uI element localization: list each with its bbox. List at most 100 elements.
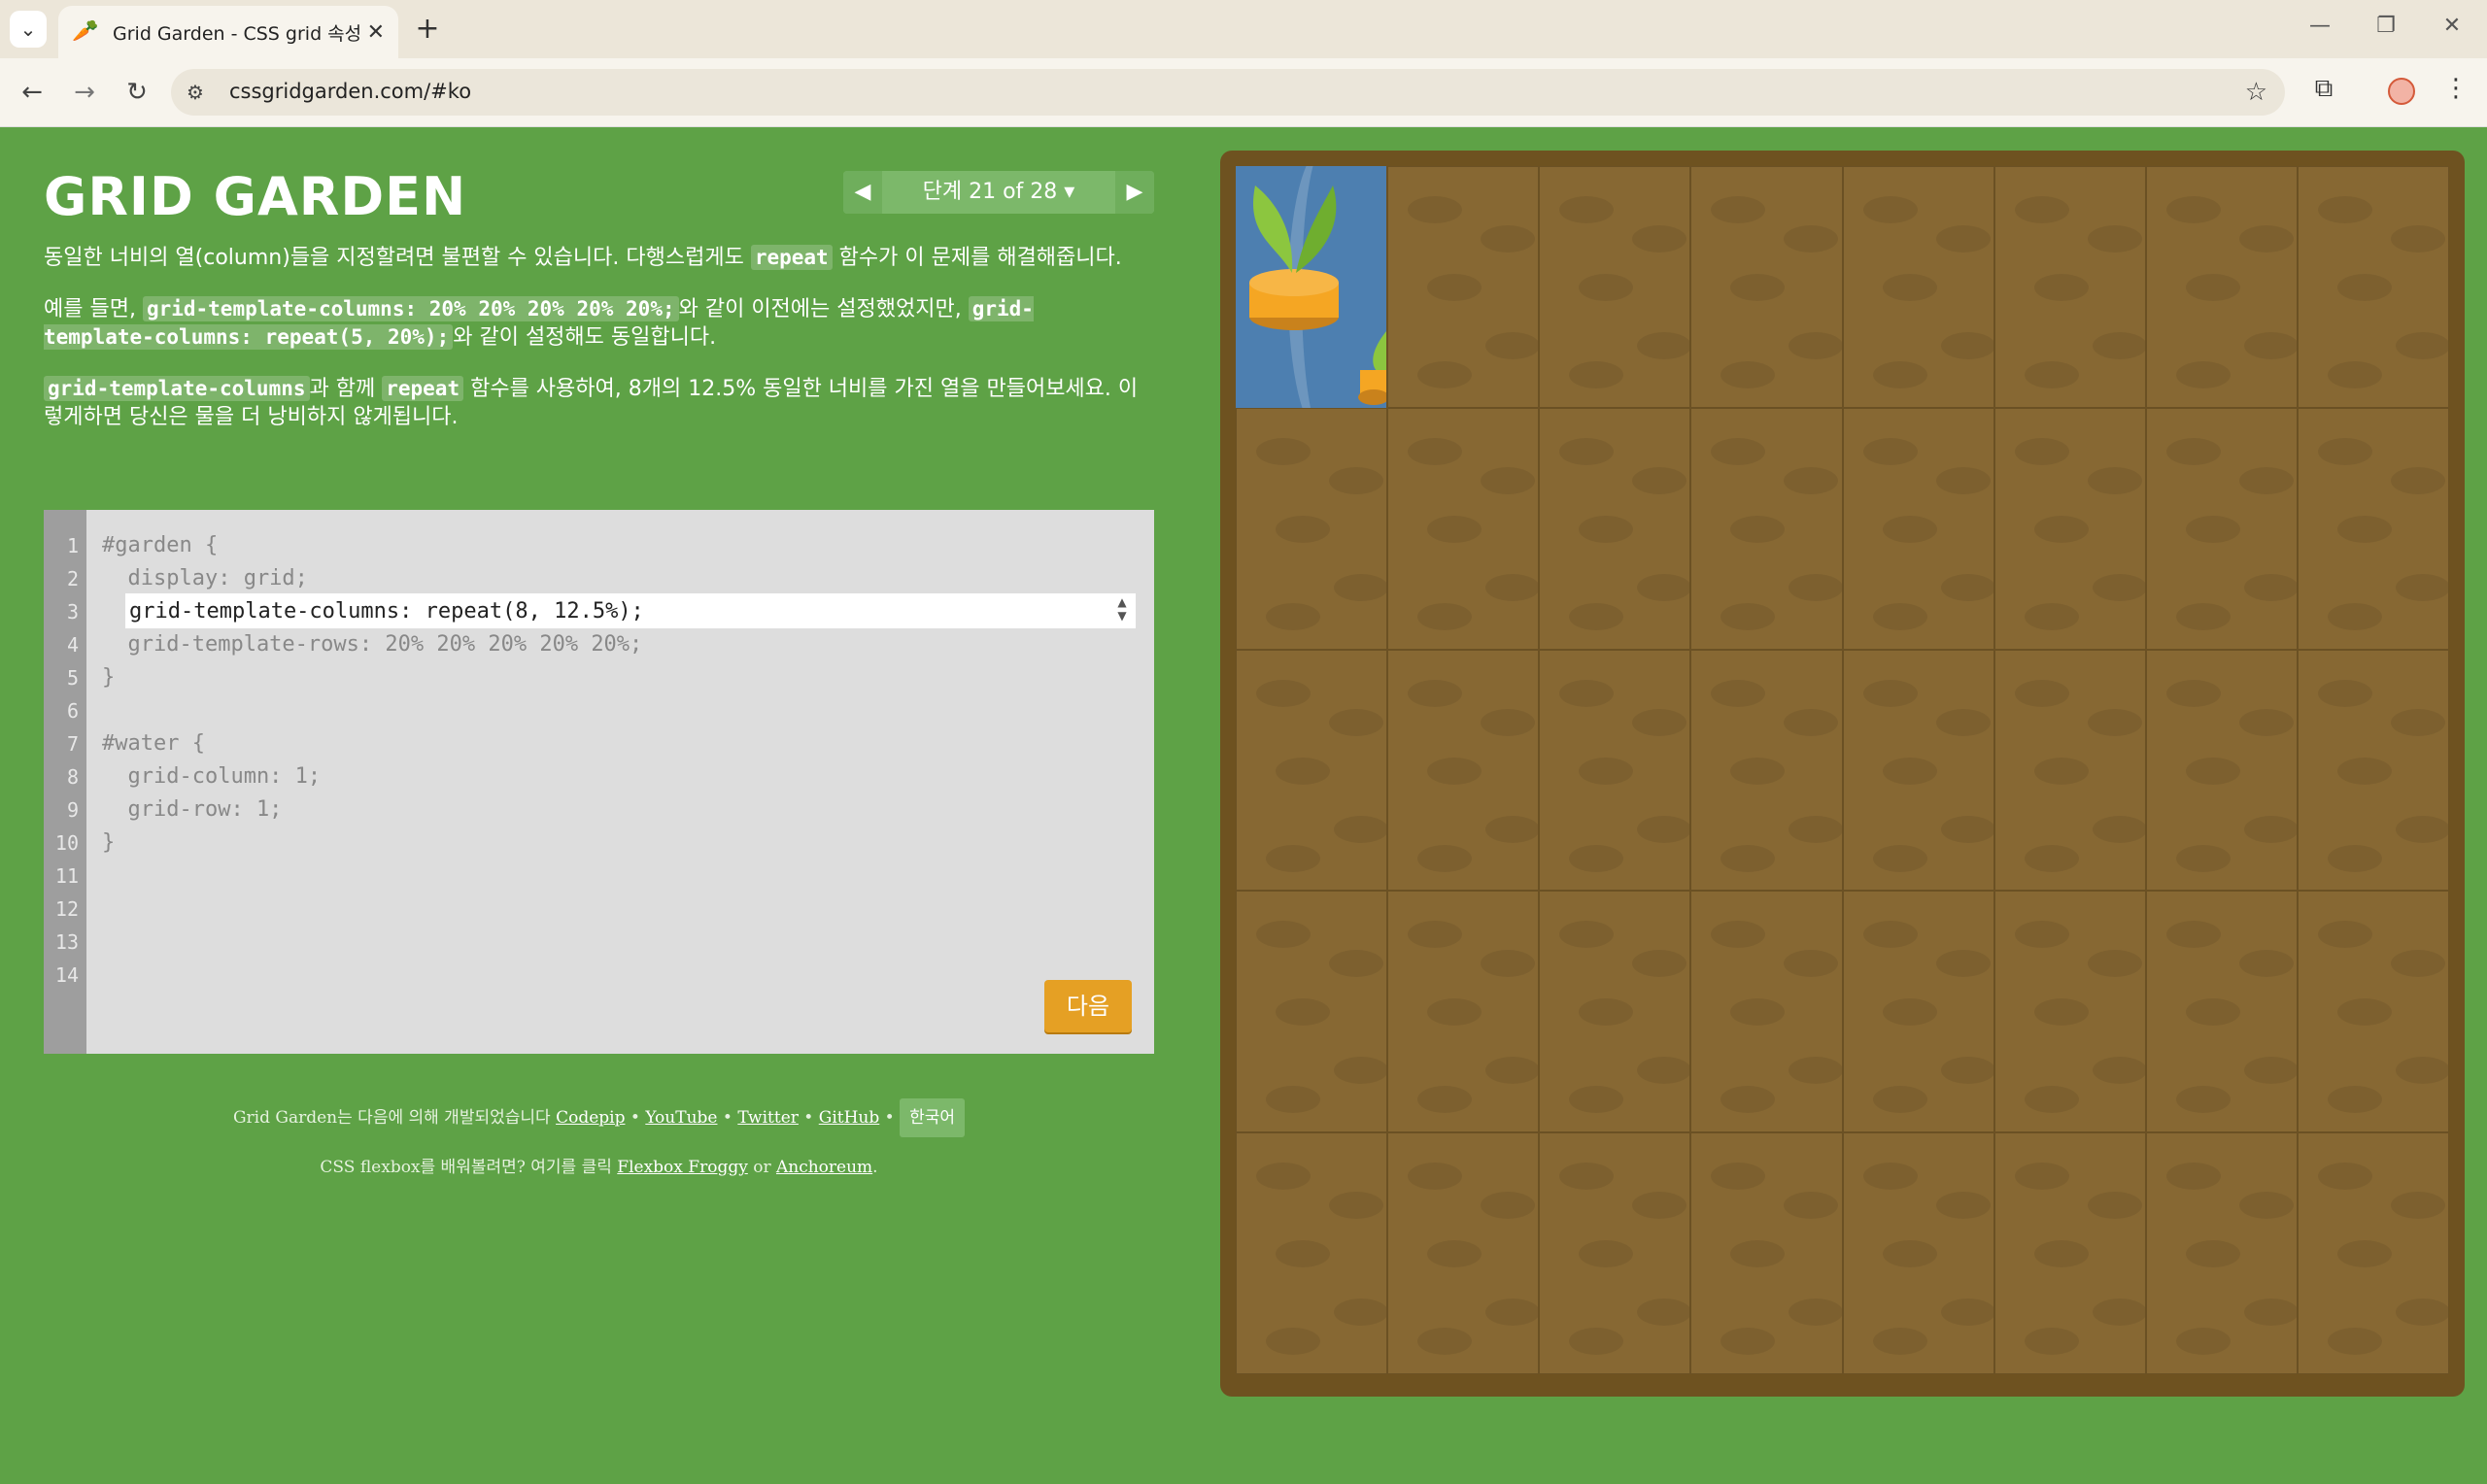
text: 와 같이 설정해도 동일합니다.: [453, 325, 717, 350]
soil-blob: [1882, 1240, 1937, 1268]
soil-blob: [1579, 515, 1634, 543]
soil-blob: [1485, 332, 1539, 359]
soil-blob: [1569, 1086, 1624, 1114]
soil-blob: [1940, 1057, 1993, 1085]
soil-blob: [1579, 998, 1634, 1027]
link-codepip[interactable]: Codepip: [556, 1108, 625, 1128]
soil-blob: [2165, 1163, 2221, 1191]
link-flexbox-froggy[interactable]: Flexbox Froggy: [617, 1158, 748, 1177]
soil-blob: [2165, 679, 2221, 707]
soil-blob: [2087, 225, 2142, 253]
link-anchoreum[interactable]: Anchoreum: [776, 1158, 872, 1177]
link-twitter[interactable]: Twitter: [737, 1108, 799, 1128]
soil-blob: [1427, 757, 1482, 785]
soil-blob: [1862, 921, 1918, 949]
soil-cell: [2297, 1132, 2449, 1374]
soil-blob: [1789, 573, 1842, 601]
extensions-icon[interactable]: ⧉: [2304, 74, 2343, 104]
soil-blob: [2087, 950, 2142, 978]
soil-blob: [1711, 1163, 1766, 1191]
soil-blob: [2092, 332, 2145, 359]
soil-blob: [1256, 679, 1311, 707]
soil-blob: [1789, 332, 1842, 359]
tab-search-button[interactable]: ⌄: [10, 11, 47, 48]
soil-blob: [2243, 332, 2297, 359]
soil-blob: [1408, 679, 1463, 707]
soil-blob: [1276, 998, 1330, 1027]
menu-kebab-icon[interactable]: ⋮: [2436, 74, 2475, 103]
soil-cell: [1539, 1132, 1691, 1374]
code-line: grid-column: 1;: [102, 764, 322, 789]
soil-cell: [1993, 1132, 2146, 1374]
soil-blob: [1417, 1086, 1473, 1114]
new-tab-button[interactable]: +: [410, 12, 445, 46]
soil-blob: [1276, 515, 1330, 543]
spinner-arrows-icon[interactable]: ▲ ▼: [1114, 595, 1130, 626]
soil-blob: [1872, 844, 1927, 872]
soil-blob: [1940, 332, 1993, 359]
soil-blob: [1784, 1192, 1839, 1220]
soil-blob: [1720, 602, 1776, 630]
soil-cell: [2297, 407, 2449, 650]
soil-blob: [1256, 921, 1311, 949]
soil-blob: [2243, 573, 2297, 601]
browser-tab[interactable]: 🥕 Grid Garden - CSS grid 속성 배 ✕: [58, 6, 398, 58]
soil-blob: [1882, 274, 1937, 301]
period: .: [872, 1158, 878, 1177]
soil-blob: [2243, 815, 2297, 843]
soil-cell: [1236, 407, 1388, 650]
profile-avatar[interactable]: [2388, 78, 2415, 105]
back-icon[interactable]: ←: [14, 74, 51, 111]
soil-blob: [1427, 274, 1482, 301]
soil-blob: [2014, 437, 2069, 465]
separator: •: [879, 1108, 901, 1128]
soil-cell: [1842, 1132, 1994, 1374]
soil-blob: [2024, 361, 2079, 388]
soil-blob: [1784, 466, 1839, 494]
soil-blob: [1730, 757, 1786, 785]
close-tab-icon[interactable]: ✕: [367, 20, 385, 45]
soil-blob: [2092, 815, 2145, 843]
bookmark-star-icon[interactable]: ☆: [2245, 78, 2267, 107]
soil-blob: [1334, 1298, 1387, 1327]
soil-cell: [1539, 891, 1691, 1133]
link-youtube[interactable]: YouTube: [645, 1108, 717, 1128]
next-level-arrow-button[interactable]: ▶: [1115, 171, 1154, 214]
restore-icon[interactable]: ❐: [2367, 14, 2405, 38]
soil-blob: [1485, 1298, 1539, 1327]
soil-blob: [2390, 950, 2445, 978]
code-line: #water {: [102, 731, 205, 756]
minimize-icon[interactable]: —: [2300, 14, 2339, 38]
soil-blob: [2024, 1328, 2079, 1356]
previous-level-button[interactable]: ◀: [843, 171, 882, 214]
soil-cell: [2145, 649, 2298, 892]
soil-blob: [1569, 844, 1624, 872]
soil-blob: [1872, 1086, 1927, 1114]
soil-blob: [1872, 1328, 1927, 1356]
soil-blob: [1730, 515, 1786, 543]
soil-cell: [1993, 407, 2146, 650]
credit-text: Grid Garden는 다음에 의해 개발되었습니다: [232, 1108, 557, 1128]
css-answer-input[interactable]: [125, 593, 1101, 628]
site-settings-icon[interactable]: ⚙: [187, 81, 204, 104]
soil-cell: [1690, 649, 1843, 892]
forward-icon[interactable]: →: [66, 74, 103, 111]
instruction-paragraph-2: 예를 들면, grid-template-columns: 20% 20% 20…: [44, 295, 1141, 352]
soil-blob: [2165, 196, 2221, 223]
next-button[interactable]: 다음: [1044, 980, 1132, 1032]
soil-cell: [1236, 891, 1388, 1133]
address-bar[interactable]: ⚙ cssgridgarden.com/#ko ☆: [171, 69, 2285, 116]
soil-blob: [1579, 274, 1634, 301]
instruction-paragraph-3: grid-template-columns 과 함께 repeat 함수를 사용하…: [44, 375, 1141, 431]
link-github[interactable]: GitHub: [819, 1108, 880, 1128]
level-indicator[interactable]: 단계 21 of 28 ▾: [882, 171, 1115, 214]
soil-blob: [2092, 1057, 2145, 1085]
soil-blob: [1266, 602, 1320, 630]
close-window-icon[interactable]: ✕: [2433, 14, 2471, 38]
instructions: 동일한 너비의 열(column)들을 지정할려면 불편할 수 있습니다. 다행…: [44, 244, 1141, 455]
url-text[interactable]: cssgridgarden.com/#ko: [229, 80, 471, 103]
soil-blob: [2390, 225, 2445, 253]
language-selector[interactable]: 한국어: [900, 1098, 966, 1137]
reload-icon[interactable]: ↻: [119, 74, 155, 111]
